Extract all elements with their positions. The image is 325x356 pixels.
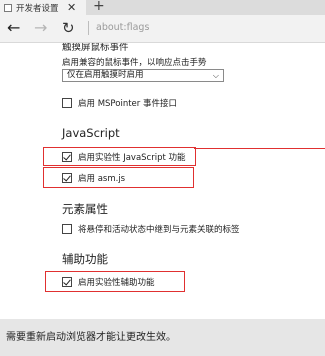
section-heading-mouse-events: 触摸屏鼠标事件 (62, 43, 129, 53)
highlight-box-experimental-js (43, 147, 196, 166)
mouse-event-dropdown[interactable]: 仅在启用触摸时启用 ⌵ (62, 69, 224, 82)
hover-active-label: 将悬停和活动状态中继到与元素关联的标签 (78, 225, 240, 235)
new-tab-icon[interactable]: + (93, 0, 105, 14)
section-heading-accessibility: 辅助功能 (62, 252, 108, 266)
address-bar[interactable]: about:flags (96, 22, 149, 33)
mouse-event-dropdown-value: 仅在启用触摸时启用 (67, 70, 144, 80)
restart-notification-text: 需要重新启动浏览器才能让更改生效。 (6, 332, 176, 343)
navigation-toolbar: ← → ↻ about:flags (0, 15, 325, 43)
address-separator (88, 21, 89, 35)
back-arrow-icon[interactable]: ← (7, 18, 20, 38)
tab-developer-settings[interactable]: 开发者设置 ✕ (0, 0, 86, 15)
hover-active-checkbox[interactable] (62, 224, 72, 234)
mouse-event-description: 启用兼容的鼠标事件，以响应点击手势 (62, 58, 207, 68)
mspointer-checkbox[interactable] (62, 98, 72, 108)
annotation-line (194, 148, 325, 149)
page-icon (4, 3, 12, 12)
flags-settings-panel: 触摸屏鼠标事件 启用兼容的鼠标事件，以响应点击手势 仅在启用触摸时启用 ⌵ 启用… (0, 43, 325, 319)
chevron-down-icon: ⌵ (212, 71, 219, 80)
section-heading-javascript: JavaScript (62, 126, 120, 140)
highlight-box-asmjs (43, 167, 194, 188)
close-tab-icon[interactable]: ✕ (67, 0, 76, 15)
mspointer-label: 启用 MSPointer 事件接口 (78, 99, 177, 109)
mspointer-option[interactable]: 启用 MSPointer 事件接口 (62, 96, 177, 110)
highlight-box-accessibility (45, 271, 185, 292)
section-heading-element-properties: 元素属性 (62, 202, 108, 216)
tab-title: 开发者设置 (16, 3, 59, 14)
refresh-icon[interactable]: ↻ (62, 18, 75, 38)
tab-bar: 开发者设置 ✕ + (0, 0, 325, 15)
forward-arrow-icon[interactable]: → (34, 18, 47, 38)
hover-active-option[interactable]: 将悬停和活动状态中继到与元素关联的标签 (62, 222, 240, 236)
restart-notification-bar: 需要重新启动浏览器才能让更改生效。 (0, 319, 325, 356)
